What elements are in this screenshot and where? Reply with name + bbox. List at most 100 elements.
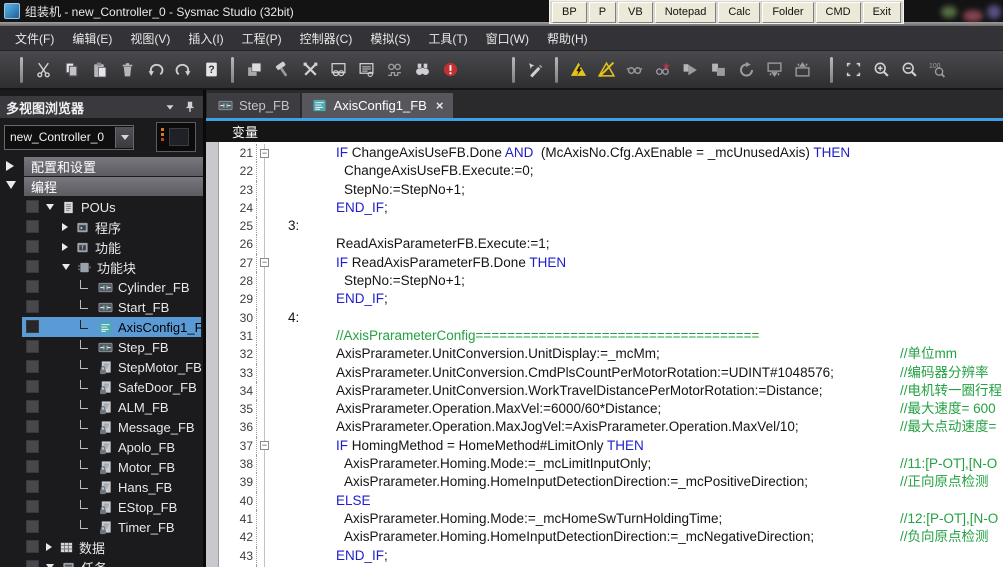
tree-item-任务[interactable]: 任务 <box>0 557 203 567</box>
zoom-in-button[interactable] <box>870 59 892 81</box>
transfer-from-controller-button[interactable] <box>791 59 813 81</box>
quick-launch-folder-button[interactable]: Folder <box>762 2 813 23</box>
go-offline-button[interactable] <box>595 59 617 81</box>
variables-bar[interactable]: 变量 <box>206 121 1003 142</box>
sim-run-button[interactable] <box>679 59 701 81</box>
code-line-27[interactable]: 27−IF ReadAxisParameterFB.Done THEN <box>219 254 1003 272</box>
quick-launch-exit-button[interactable]: Exit <box>863 2 901 23</box>
tree-item-ALM_FB[interactable]: ALM_FB <box>0 397 203 417</box>
monitor-stop-button[interactable] <box>651 59 673 81</box>
code-line-39[interactable]: 39AxisPrarameter.Homing.HomeInputDetecti… <box>219 473 1003 491</box>
transfer-to-controller-button[interactable] <box>763 59 785 81</box>
menu-item-6[interactable]: 模拟(S) <box>361 27 419 50</box>
zoom-fit-button[interactable] <box>842 59 864 81</box>
code-line-22[interactable]: 22ChangeAxisUseFB.Execute:=0; <box>219 162 1003 180</box>
controller-select-dropdown-button[interactable] <box>115 127 133 148</box>
section-bar[interactable]: 编程 <box>24 177 203 196</box>
tree-item-AxisConfig1_FB[interactable]: AxisConfig1_FB <box>0 317 203 337</box>
error-list-button[interactable] <box>439 59 461 81</box>
menu-item-5[interactable]: 控制器(C) <box>291 27 362 50</box>
code-line-33[interactable]: 33AxisPrarameter.UnitConversion.CmdPlsCo… <box>219 364 1003 382</box>
redo-button[interactable] <box>172 59 194 81</box>
tree-item-POUs[interactable]: POUs <box>0 197 203 217</box>
menu-item-0[interactable]: 文件(F) <box>6 27 63 50</box>
close-icon[interactable]: × <box>436 99 444 112</box>
quick-launch-notepad-button[interactable]: Notepad <box>655 2 717 23</box>
io-map-button[interactable] <box>355 59 377 81</box>
tree-item-Apolo_FB[interactable]: Apolo_FB <box>0 437 203 457</box>
menu-item-9[interactable]: 帮助(H) <box>538 27 597 50</box>
quick-launch-p-button[interactable]: P <box>589 2 616 23</box>
editor-tab-Step_FB[interactable]: Step_FB <box>207 93 300 118</box>
code-line-23[interactable]: 23StepNo:=StepNo+1; <box>219 181 1003 199</box>
zoom-out-button[interactable] <box>898 59 920 81</box>
expand-arrow-icon[interactable] <box>46 543 52 551</box>
quick-launch-cmd-button[interactable]: CMD <box>816 2 861 23</box>
watch-window-button[interactable] <box>327 59 349 81</box>
tree-item-EStop_FB[interactable]: EStop_FB <box>0 497 203 517</box>
menu-item-7[interactable]: 工具(T) <box>419 27 476 50</box>
tree-item-Step_FB[interactable]: Step_FB <box>0 337 203 357</box>
code-line-32[interactable]: 32AxisPrarameter.UnitConversion.UnitDisp… <box>219 345 1003 363</box>
collapse-arrow-icon[interactable] <box>62 264 70 270</box>
code-line-34[interactable]: 34AxisPrarameter.UnitConversion.WorkTrav… <box>219 382 1003 400</box>
tree-item-StepMotor_FB[interactable]: StepMotor_FB <box>0 357 203 377</box>
code-line-24[interactable]: 24END_IF; <box>219 199 1003 217</box>
code-line-31[interactable]: 31//AxisPrarameterConfig================… <box>219 327 1003 345</box>
help-button[interactable]: ? <box>200 59 222 81</box>
tree-item-功能块[interactable]: 功能块 <box>0 257 203 277</box>
synchronize-button[interactable] <box>735 59 757 81</box>
code-line-35[interactable]: 35AxisPrarameter.Operation.MaxVel:=6000/… <box>219 400 1003 418</box>
zoom-100-button[interactable]: 100 <box>926 59 948 81</box>
copy-button[interactable] <box>60 59 82 81</box>
tree-item-数据[interactable]: 数据 <box>0 537 203 557</box>
code-line-42[interactable]: 42AxisPrarameter.Homing.HomeInputDetecti… <box>219 528 1003 546</box>
tree-item-Timer_FB[interactable]: Timer_FB <box>0 517 203 537</box>
tree-item-Motor_FB[interactable]: Motor_FB <box>0 457 203 477</box>
code-line-26[interactable]: 26ReadAxisParameterFB.Execute:=1; <box>219 235 1003 253</box>
delete-button[interactable] <box>116 59 138 81</box>
menu-item-4[interactable]: 工程(P) <box>233 27 291 50</box>
expand-arrow-icon[interactable] <box>6 161 14 171</box>
code-line-37[interactable]: 37−IF HomingMethod = HomeMethod#LimitOnl… <box>219 437 1003 455</box>
fold-collapse-icon[interactable]: − <box>260 149 269 158</box>
menu-item-1[interactable]: 编辑(E) <box>63 27 121 50</box>
controller-select[interactable]: new_Controller_0 <box>4 125 134 150</box>
undo-button[interactable] <box>144 59 166 81</box>
rebuild-button[interactable] <box>299 59 321 81</box>
menu-item-2[interactable]: 视图(V) <box>121 27 179 50</box>
section-bar[interactable]: 配置和设置 <box>24 157 203 176</box>
code-line-36[interactable]: 36AxisPrarameter.Operation.MaxJogVel:=Ax… <box>219 418 1003 436</box>
tree-item-Cylinder_FB[interactable]: Cylinder_FB <box>0 277 203 297</box>
code-line-40[interactable]: 40ELSE <box>219 492 1003 510</box>
fold-collapse-icon[interactable]: − <box>260 258 269 267</box>
collapse-arrow-icon[interactable] <box>6 181 16 189</box>
quick-launch-bp-button[interactable]: BP <box>552 2 587 23</box>
monitor-start-button[interactable] <box>623 59 645 81</box>
sim-stop-button[interactable] <box>707 59 729 81</box>
menu-item-8[interactable]: 窗口(W) <box>477 27 538 50</box>
tree-item-Start_FB[interactable]: Start_FB <box>0 297 203 317</box>
build-button[interactable] <box>271 59 293 81</box>
expand-arrow-icon[interactable] <box>62 243 68 251</box>
code-line-43[interactable]: 43END_IF; <box>219 547 1003 565</box>
code-line-38[interactable]: 38AxisPrarameter.Homing.Mode:=_mcLimitIn… <box>219 455 1003 473</box>
editor-tab-AxisConfig1_FB[interactable]: AxisConfig1_FB× <box>302 93 454 118</box>
tree-item-SafeDoor_FB[interactable]: SafeDoor_FB <box>0 377 203 397</box>
pin-icon[interactable] <box>183 100 197 114</box>
edit-tool-button[interactable] <box>524 59 546 81</box>
tree-item-Hans_FB[interactable]: Hans_FB <box>0 477 203 497</box>
menu-item-3[interactable]: 插入(I) <box>179 27 232 50</box>
quick-launch-vb-button[interactable]: VB <box>618 2 653 23</box>
code-line-29[interactable]: 29END_IF; <box>219 290 1003 308</box>
section-1[interactable]: 编程 <box>0 177 203 196</box>
section-0[interactable]: 配置和设置 <box>0 157 203 176</box>
cut-button[interactable] <box>32 59 54 81</box>
tree-item-Message_FB[interactable]: Message_FB <box>0 417 203 437</box>
code-line-30[interactable]: 304: <box>219 309 1003 327</box>
tree-item-功能[interactable]: f功能 <box>0 237 203 257</box>
paste-button[interactable] <box>88 59 110 81</box>
code-line-41[interactable]: 41AxisPrarameter.Homing.Mode:=_mcHomeSwT… <box>219 510 1003 528</box>
code-line-28[interactable]: 28StepNo:=StepNo+1; <box>219 272 1003 290</box>
expand-arrow-icon[interactable] <box>62 223 68 231</box>
